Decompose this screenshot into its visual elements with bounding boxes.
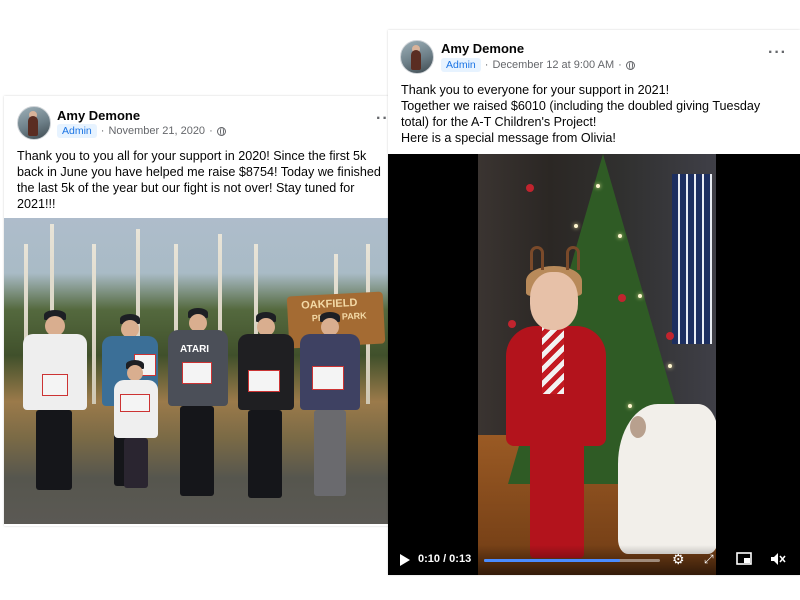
post-photo[interactable]: OAKFIELD PROV PARK xyxy=(4,218,388,524)
video-controls: 0:10 / 0:13 ⚙ ⤢ xyxy=(388,545,800,575)
runner: ATARI xyxy=(166,308,230,508)
progress-fill xyxy=(484,559,620,562)
post-meta: Admin · November 21, 2020 · xyxy=(57,124,226,138)
post-text-line: Together we raised $6010 (including the … xyxy=(401,99,761,113)
fullscreen-icon[interactable]: ⤢ xyxy=(704,552,714,566)
runner xyxy=(298,312,362,512)
video-player[interactable]: 0:10 / 0:13 ⚙ ⤢ xyxy=(388,154,800,575)
post-date[interactable]: December 12 at 9:00 AM xyxy=(492,59,614,71)
post-text-line: back in June you have helped me raise $8… xyxy=(17,165,381,179)
post-text-line: Thank you to you all for your support in… xyxy=(17,149,367,163)
video-frame xyxy=(478,154,716,575)
more-options-icon[interactable]: ·· xyxy=(376,110,389,128)
post-text-line: 2021!!! xyxy=(17,197,56,211)
settings-icon[interactable]: ⚙ xyxy=(672,552,685,566)
separator: · xyxy=(484,59,489,71)
post-date[interactable]: November 21, 2020 xyxy=(108,125,205,137)
author-avatar[interactable] xyxy=(17,106,51,140)
post-text-line: total) for the A-T Children's Project! xyxy=(401,115,597,129)
separator: · xyxy=(618,59,622,71)
globe-icon xyxy=(216,126,226,136)
post-text-line: Thank you to everyone for your support i… xyxy=(401,83,670,97)
author-name[interactable]: Amy Demone xyxy=(441,41,524,56)
shirt-text: ATARI xyxy=(180,344,210,355)
post-right: Amy Demone Admin · December 12 at 9:00 A… xyxy=(388,30,800,575)
progress-bar[interactable] xyxy=(484,559,660,562)
play-icon[interactable] xyxy=(400,554,410,566)
admin-badge: Admin xyxy=(441,58,481,72)
separator: · xyxy=(100,125,105,137)
post-meta: Admin · December 12 at 9:00 AM · xyxy=(441,58,635,72)
mute-icon[interactable] xyxy=(770,552,786,568)
time-display: 0:10 / 0:13 xyxy=(418,553,472,565)
post-text-line: the last 5k of the year but our fight is… xyxy=(17,181,355,195)
child-runner xyxy=(112,360,160,500)
post-text: Thank you to everyone for your support i… xyxy=(401,82,793,146)
picture-in-picture-icon[interactable] xyxy=(736,552,752,567)
post-text-line: Here is a special message from Olivia! xyxy=(401,131,616,145)
globe-icon xyxy=(625,60,635,70)
runner xyxy=(236,312,296,512)
author-avatar[interactable] xyxy=(400,40,434,74)
author-name[interactable]: Amy Demone xyxy=(57,108,140,123)
sign-text: OAKFIELD xyxy=(300,296,358,312)
separator: · xyxy=(209,125,213,137)
admin-badge: Admin xyxy=(57,124,97,138)
post-left: Amy Demone Admin · November 21, 2020 · ·… xyxy=(4,96,392,526)
runner xyxy=(18,310,88,510)
post-text: Thank you to you all for your support in… xyxy=(17,148,389,212)
more-options-icon[interactable]: ··· xyxy=(768,44,787,62)
